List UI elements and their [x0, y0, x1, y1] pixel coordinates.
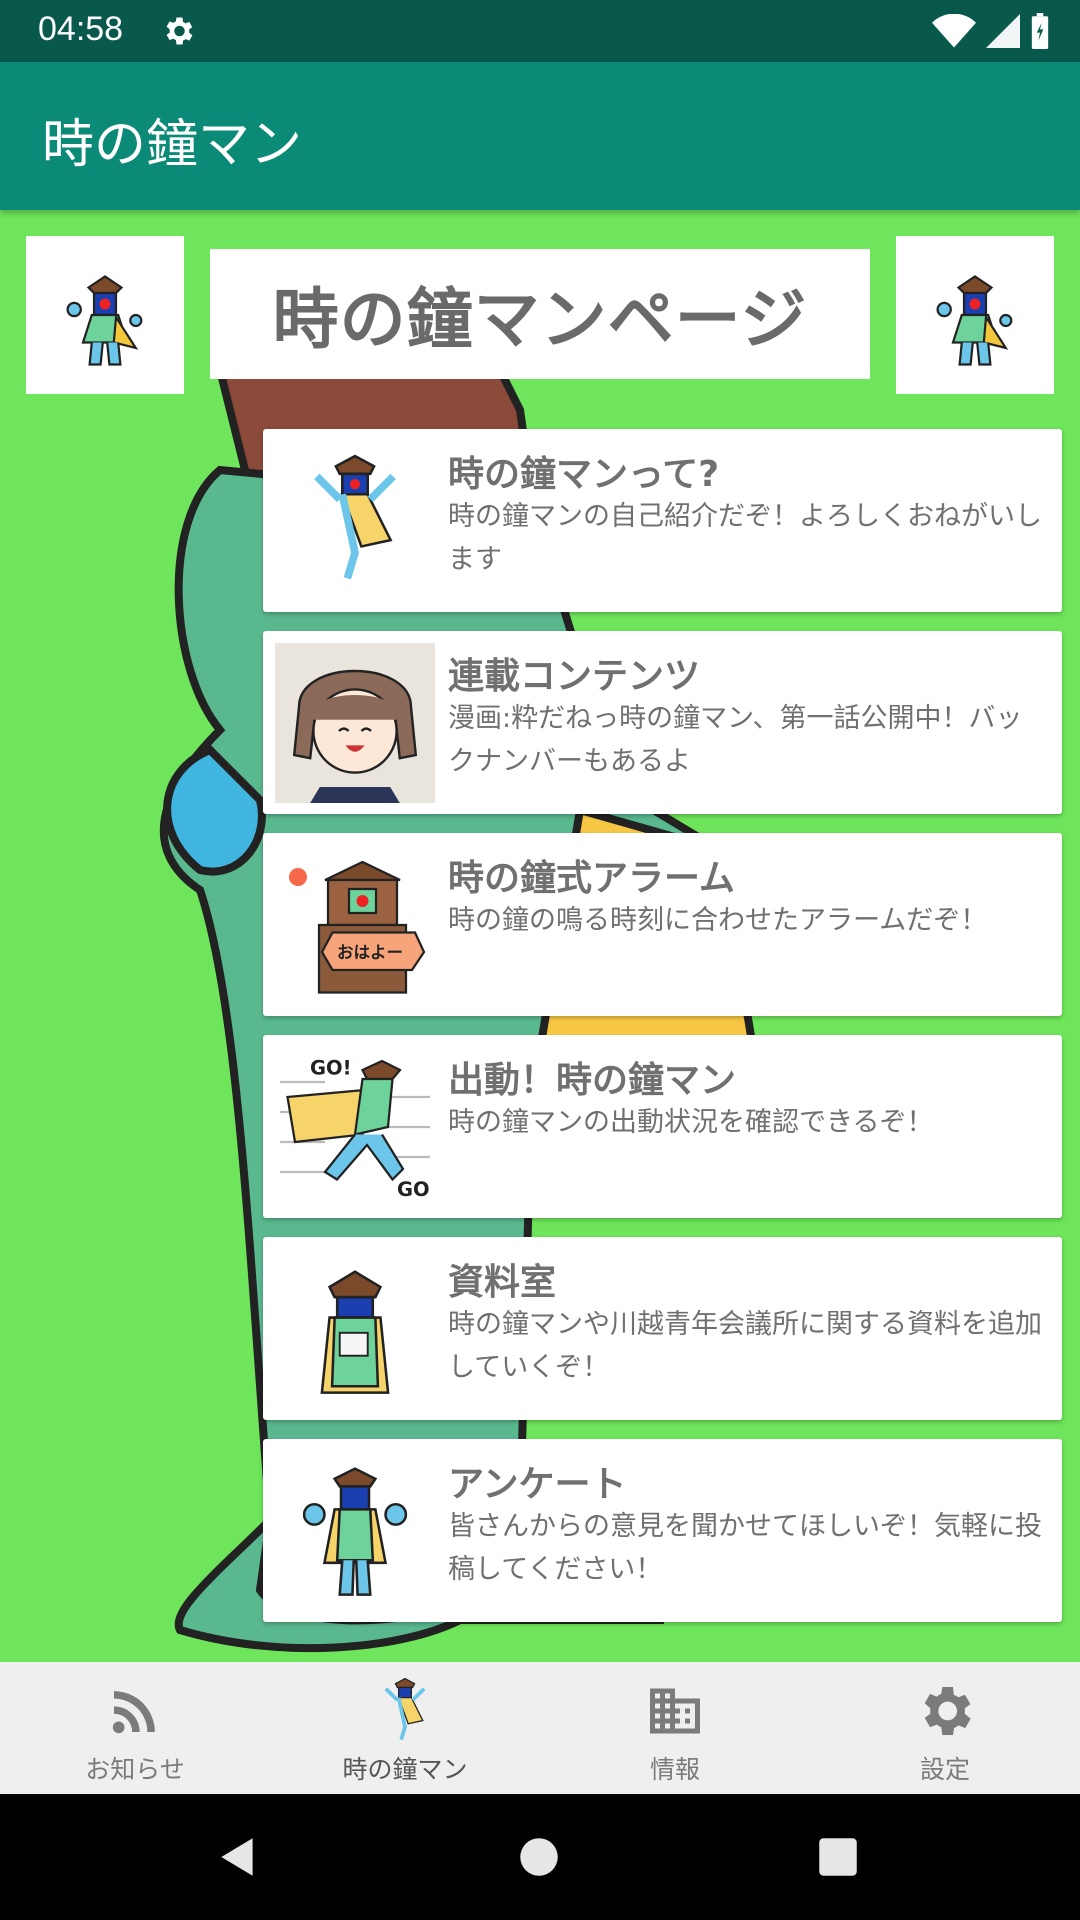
- card-image: [275, 441, 435, 601]
- manga-girl-image: [275, 643, 435, 803]
- go-badge-top: GO!: [310, 1057, 351, 1080]
- wifi-icon: [932, 14, 976, 48]
- building-icon: [640, 1676, 710, 1746]
- home-icon[interactable]: [514, 1832, 564, 1882]
- gear-icon: [166, 17, 193, 45]
- card-image: [275, 1249, 435, 1409]
- card-title: 連載コンテンツ: [448, 656, 701, 697]
- card-description: 時の鐘マンや川越青年会議所に関する資料を追加していくぞ！: [448, 1309, 1042, 1383]
- nav-label: お知らせ: [85, 1755, 185, 1784]
- menu-card-list: 時の鐘マンって? 時の鐘マンの自己紹介だぞ！よろしくおねがいします 連載コンテン…: [263, 429, 1062, 1641]
- app-title: 時の鐘マン: [42, 115, 303, 175]
- nav-label: 時の鐘マン: [342, 1755, 468, 1784]
- page-banner: 時の鐘マンページ: [210, 249, 870, 379]
- mascot-cape-image: [314, 454, 396, 580]
- card-survey[interactable]: アンケート 皆さんからの意見を聞かせてほしいぞ！気軽に投稿してください！: [263, 1439, 1062, 1622]
- bottom-navigation: お知らせ 時の鐘マン 情報 設定: [0, 1662, 1080, 1794]
- status-time: 04:58: [38, 10, 124, 48]
- bell-tower-image: おはよー: [289, 860, 426, 994]
- card-description: 漫画:粋だねっ時の鐘マン、第一話公開中！バックナンバーもあるよ: [448, 703, 1023, 777]
- banner-title: 時の鐘マンページ: [272, 281, 808, 358]
- card-image: [275, 643, 435, 803]
- running-mascot-image: GO! GO!: [280, 1057, 430, 1201]
- card-alarm[interactable]: おはよー 時の鐘式アラーム 時の鐘の鳴る時刻に合わせたアラームだぞ！: [263, 833, 1062, 1016]
- nav-label: 設定: [919, 1755, 970, 1784]
- mascot-thumbsup-image: [936, 275, 1013, 366]
- nav-item-tokinokaneman[interactable]: 時の鐘マン: [270, 1662, 540, 1794]
- card-description: 時の鐘マンの自己紹介だぞ！よろしくおねがいします: [448, 501, 1042, 575]
- gear-icon: [910, 1676, 980, 1746]
- reading-mascot-image: [320, 1270, 390, 1394]
- system-navigation-bar: [0, 1794, 1080, 1920]
- waving-mascot-image: [302, 1467, 408, 1596]
- card-title: 出動！時の鐘マン: [448, 1060, 737, 1101]
- card-description: 時の鐘マンの出動状況を確認できるぞ！: [448, 1107, 934, 1138]
- mascot-thumbnail-left: [26, 236, 184, 394]
- mascot-icon: [370, 1676, 440, 1746]
- back-icon[interactable]: [213, 1832, 263, 1882]
- nav-item-settings[interactable]: 設定: [810, 1662, 1080, 1794]
- status-bar: 04:58: [0, 0, 1080, 62]
- nav-label: 情報: [649, 1755, 700, 1784]
- signal-icon: [986, 14, 1020, 48]
- mascot-thumbsup-image: [66, 275, 143, 366]
- recents-icon[interactable]: [813, 1832, 863, 1882]
- nav-item-news[interactable]: お知らせ: [0, 1662, 270, 1794]
- go-badge-bottom: GO!: [397, 1178, 430, 1201]
- battery-icon: [1031, 13, 1049, 49]
- card-description: 時の鐘の鳴る時刻に合わせたアラームだぞ！: [448, 905, 988, 936]
- card-description: 皆さんからの意見を聞かせてほしいぞ！気軽に投稿してください！: [448, 1511, 1042, 1585]
- card-image: [275, 1451, 435, 1611]
- card-dispatch[interactable]: GO! GO! 出動！時の鐘マン 時の鐘マンの出動状況を確認できるぞ！: [263, 1035, 1062, 1218]
- rss-icon: [100, 1676, 170, 1746]
- card-title: 時の鐘式アラーム: [448, 858, 735, 899]
- mascot-thumbnail-right: [896, 236, 1054, 394]
- card-title: 時の鐘マンって?: [448, 454, 720, 495]
- app-bar: 時の鐘マン: [0, 62, 1080, 210]
- card-title: 資料室: [448, 1262, 557, 1303]
- card-about[interactable]: 時の鐘マンって? 時の鐘マンの自己紹介だぞ！よろしくおねがいします: [263, 429, 1062, 612]
- card-title: アンケート: [448, 1464, 627, 1505]
- card-image: おはよー: [275, 845, 435, 1005]
- nav-item-info[interactable]: 情報: [540, 1662, 810, 1794]
- alarm-badge-text: おはよー: [337, 943, 403, 962]
- card-library[interactable]: 資料室 時の鐘マンや川越青年会議所に関する資料を追加していくぞ！: [263, 1237, 1062, 1420]
- card-serial-content[interactable]: 連載コンテンツ 漫画:粋だねっ時の鐘マン、第一話公開中！バックナンバーもあるよ: [263, 631, 1062, 814]
- card-image: GO! GO!: [275, 1047, 435, 1207]
